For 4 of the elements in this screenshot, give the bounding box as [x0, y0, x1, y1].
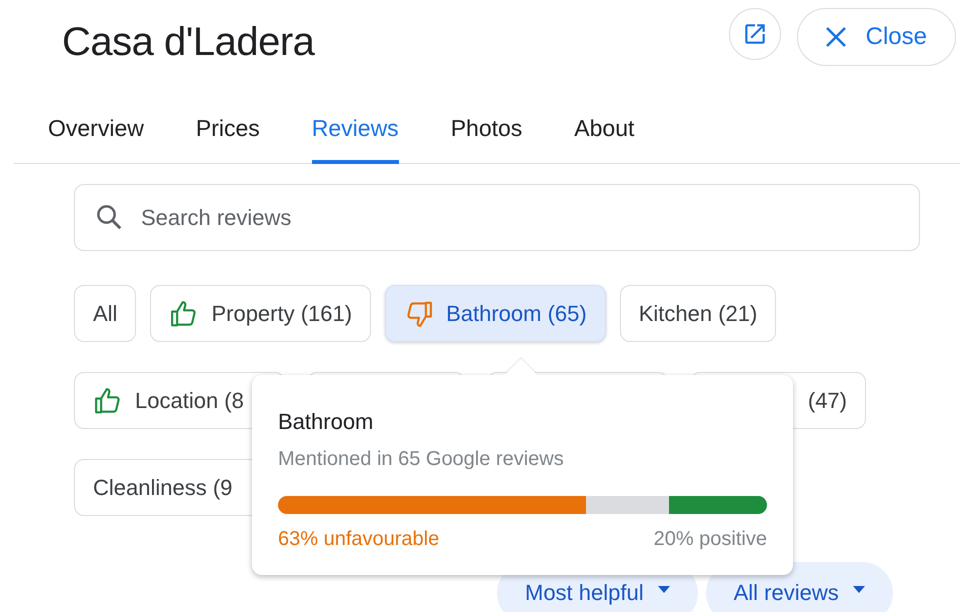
popover-subtitle: Mentioned in 65 Google reviews	[278, 447, 565, 472]
hotel-title: Casa d'Ladera	[62, 19, 314, 66]
unfavourable-percent: 63% unfavourable	[278, 527, 440, 552]
positive-percent: 20% positive	[654, 527, 767, 552]
